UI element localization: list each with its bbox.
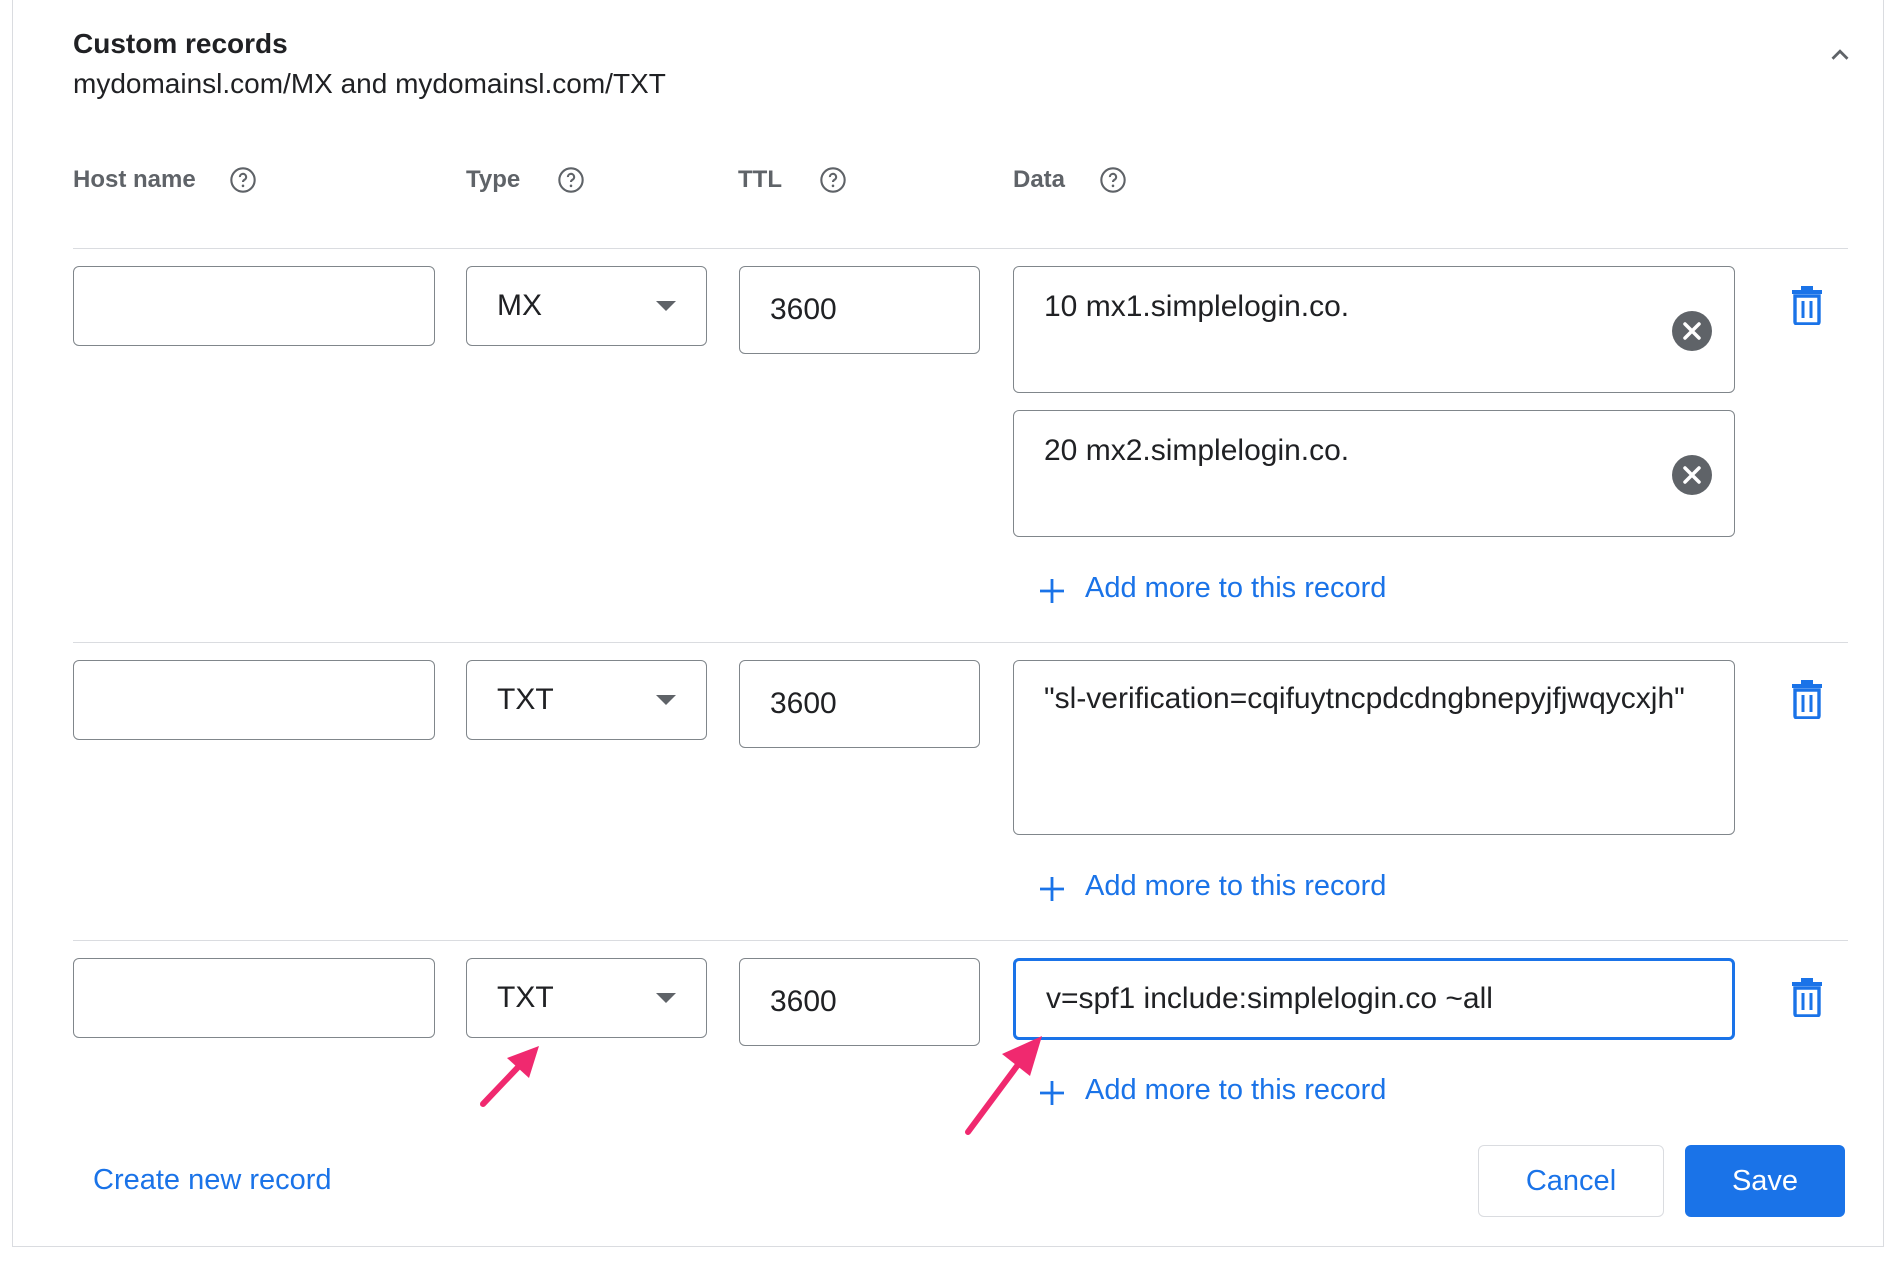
trash-icon[interactable] — [1790, 285, 1824, 325]
ttl-input[interactable]: 3600 — [739, 660, 980, 748]
custom-records-panel: Custom records mydomainsl.com/MX and myd… — [12, 0, 1884, 1247]
divider — [73, 642, 1848, 643]
add-more-label: Add more to this record — [1085, 870, 1387, 902]
host-name-input[interactable] — [73, 266, 435, 346]
help-icon[interactable] — [819, 166, 847, 194]
column-header-type: Type — [466, 166, 521, 193]
ttl-value: 3600 — [770, 687, 837, 720]
help-icon[interactable] — [557, 166, 585, 194]
ttl-input[interactable]: 3600 — [739, 958, 980, 1046]
divider — [73, 248, 1848, 249]
data-value: 10 mx1.simplelogin.co. — [1044, 290, 1350, 323]
add-more-button[interactable]: Add more to this record — [1039, 870, 1439, 906]
ttl-value: 3600 — [770, 293, 837, 326]
host-name-input[interactable] — [73, 958, 435, 1038]
dropdown-arrow-icon — [656, 695, 676, 705]
save-button[interactable]: Save — [1685, 1145, 1845, 1217]
data-input[interactable]: 10 mx1.simplelogin.co. — [1013, 266, 1735, 393]
cancel-button[interactable]: Cancel — [1478, 1145, 1664, 1217]
add-more-label: Add more to this record — [1085, 572, 1387, 604]
data-value: "sl-verification=cqifuytncpdcdngbnepyjfj… — [1044, 682, 1685, 715]
dropdown-arrow-icon — [656, 993, 676, 1003]
type-select[interactable]: TXT — [466, 958, 707, 1038]
section-subtitle: mydomainsl.com/MX and mydomainsl.com/TXT — [73, 68, 666, 99]
clear-icon[interactable] — [1672, 311, 1712, 351]
create-new-record-link[interactable]: Create new record — [93, 1164, 332, 1197]
add-more-label: Add more to this record — [1085, 1074, 1387, 1106]
trash-icon[interactable] — [1790, 977, 1824, 1017]
plus-icon — [1040, 579, 1064, 603]
data-input[interactable]: v=spf1 include:simplelogin.co ~all — [1013, 958, 1735, 1040]
plus-icon — [1040, 877, 1064, 901]
data-value: v=spf1 include:simplelogin.co ~all — [1046, 982, 1493, 1015]
add-more-button[interactable]: Add more to this record — [1039, 1074, 1439, 1110]
data-input[interactable]: 20 mx2.simplelogin.co. — [1013, 410, 1735, 537]
annotation-arrow-icon — [965, 1036, 1042, 1135]
dropdown-arrow-icon — [656, 301, 676, 311]
column-header-host: Host name — [73, 166, 196, 193]
chevron-up-icon[interactable] — [1825, 40, 1855, 70]
trash-icon[interactable] — [1790, 679, 1824, 719]
clear-icon[interactable] — [1672, 455, 1712, 495]
ttl-value: 3600 — [770, 985, 837, 1018]
data-input[interactable]: "sl-verification=cqifuytncpdcdngbnepyjfj… — [1013, 660, 1735, 835]
type-select[interactable]: MX — [466, 266, 707, 346]
ttl-input[interactable]: 3600 — [739, 266, 980, 354]
help-icon[interactable] — [1099, 166, 1127, 194]
type-select-value: TXT — [497, 683, 554, 716]
column-header-data: Data — [1013, 166, 1066, 193]
type-select-value: TXT — [497, 981, 554, 1014]
column-header-ttl: TTL — [738, 166, 782, 193]
data-value: 20 mx2.simplelogin.co. — [1044, 434, 1350, 467]
divider — [73, 940, 1848, 941]
help-icon[interactable] — [229, 166, 257, 194]
type-select[interactable]: TXT — [466, 660, 707, 740]
host-name-input[interactable] — [73, 660, 435, 740]
type-select-value: MX — [497, 289, 542, 322]
annotation-arrow-icon — [480, 1046, 539, 1107]
add-more-button[interactable]: Add more to this record — [1039, 572, 1439, 608]
section-title: Custom records — [73, 28, 288, 59]
